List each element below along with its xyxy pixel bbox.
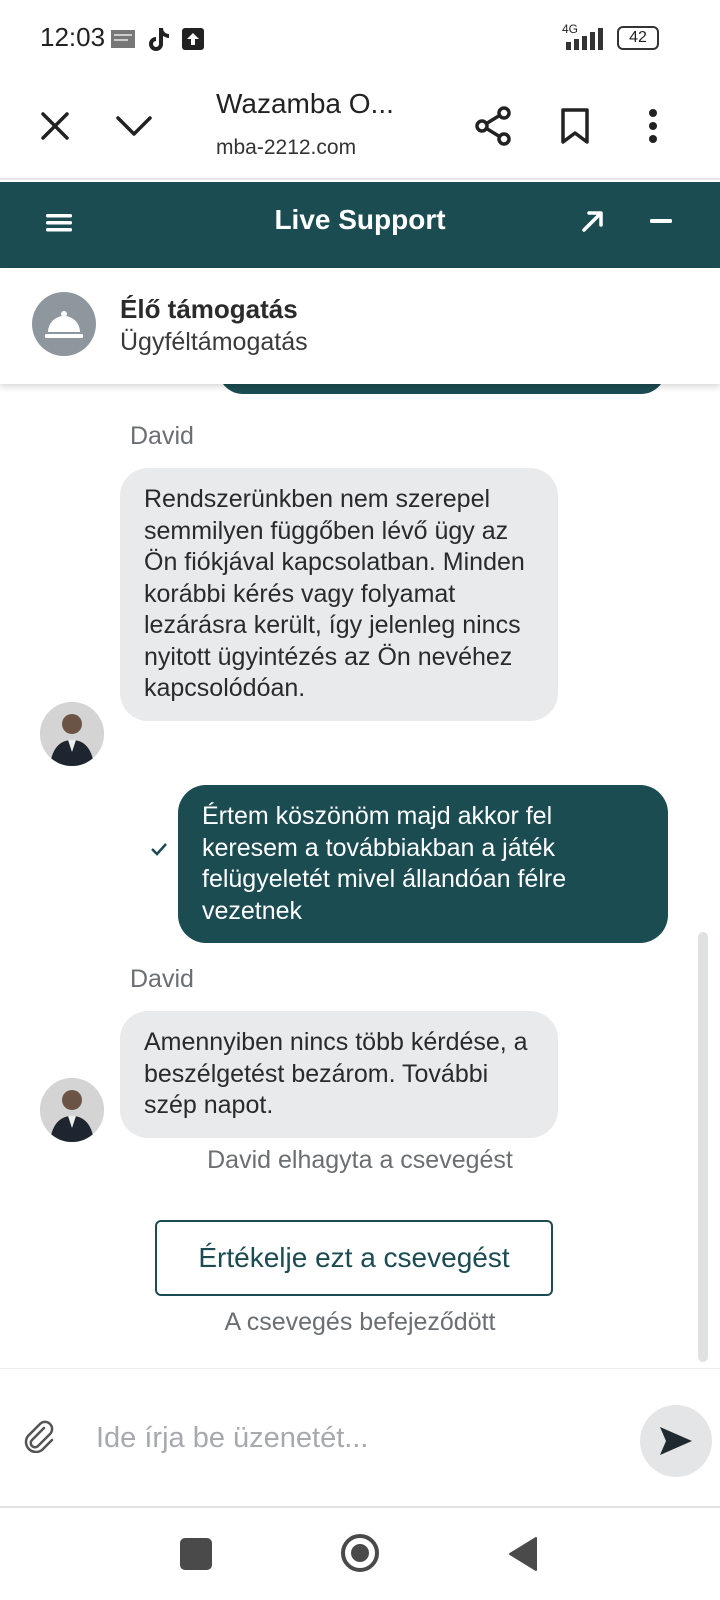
agent-name: Élő támogatás — [120, 294, 298, 324]
home-icon[interactable] — [340, 1533, 380, 1573]
close-icon[interactable] — [25, 96, 85, 156]
sender-name: David — [130, 422, 194, 450]
message-input[interactable] — [96, 1413, 616, 1463]
expand-icon[interactable] — [580, 208, 610, 238]
upload-icon — [180, 26, 206, 52]
tiktok-icon — [145, 26, 171, 52]
agent-avatar — [40, 1078, 104, 1142]
agent-message: Rendszerünkben nem szerepel semmilyen fü… — [120, 468, 558, 721]
sender-name: David — [130, 965, 194, 993]
battery-level: 42 — [629, 29, 647, 46]
scrollbar[interactable] — [698, 932, 708, 1362]
rate-chat-button[interactable]: Értékelje ezt a csevegést — [155, 1220, 553, 1296]
attachment-icon[interactable] — [22, 1419, 58, 1455]
bookmark-icon[interactable] — [545, 96, 605, 156]
send-button[interactable] — [640, 1405, 712, 1477]
user-message: Értem köszönöm majd akkor fel keresem a … — [178, 785, 668, 943]
agent-info-bar: Élő támogatás Ügyféltámogatás — [0, 268, 720, 384]
notification-icon — [110, 26, 136, 52]
agent-subtitle: Ügyféltámogatás — [120, 328, 308, 356]
back-icon[interactable] — [506, 1536, 540, 1572]
status-bar: 12:03 4G 42 — [0, 0, 720, 76]
system-nav-bar — [0, 1506, 720, 1600]
browser-toolbar: Wazamba O... mba-2212.com — [0, 76, 720, 180]
chat-title: Live Support — [274, 204, 446, 235]
agent-left-notice: David elhagyta a csevegést — [207, 1146, 513, 1174]
support-bell-avatar — [32, 292, 96, 356]
chat-ended-notice: A csevegés befejeződött — [224, 1308, 496, 1336]
more-options-icon[interactable] — [623, 96, 683, 156]
chevron-down-icon[interactable] — [104, 96, 164, 156]
agent-avatar — [40, 702, 104, 766]
battery-icon: 42 — [617, 26, 659, 50]
site-url: mba-2212.com — [216, 136, 357, 159]
minimize-icon[interactable] — [648, 208, 678, 238]
chat-header: Live Support — [0, 182, 720, 268]
clock: 12:03 — [40, 22, 106, 52]
recents-icon[interactable] — [180, 1538, 212, 1570]
sent-check-icon — [150, 842, 168, 861]
message-list[interactable]: David Rendszerünkben nem szerepel semmil… — [0, 384, 720, 1368]
message-composer — [0, 1368, 720, 1506]
send-icon — [660, 1427, 692, 1455]
share-icon[interactable] — [464, 96, 524, 156]
previous-user-message — [218, 384, 666, 394]
site-title: Wazamba O... — [216, 88, 394, 119]
signal-icon — [566, 28, 608, 55]
agent-message: Amennyiben nincs több kérdése, a beszélg… — [120, 1011, 558, 1138]
